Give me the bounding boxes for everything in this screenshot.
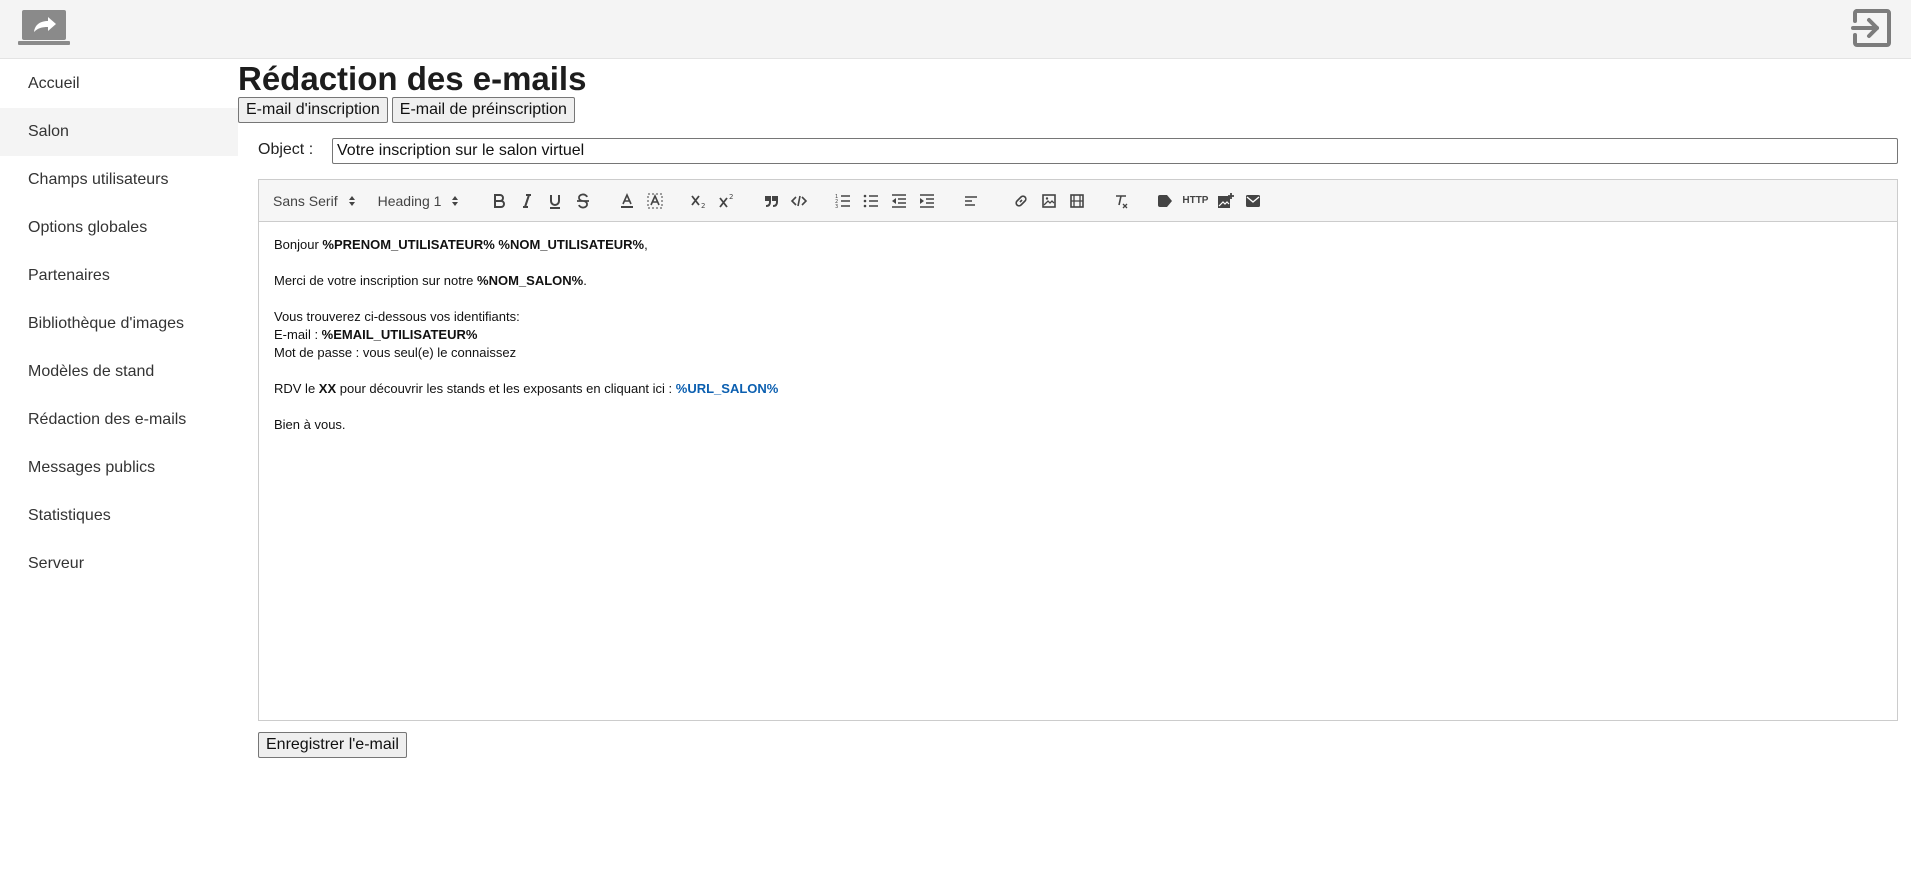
share-laptop-icon[interactable] (18, 10, 70, 46)
sidebar-item-redaction-emails[interactable]: Rédaction des e-mails (0, 396, 238, 444)
image-icon[interactable] (1035, 189, 1063, 213)
body-line-identifiers: Vous trouverez ci-dessous vos identifian… (274, 309, 520, 324)
block-group (757, 189, 813, 213)
sidebar-item-serveur[interactable]: Serveur (0, 540, 238, 588)
add-image-icon[interactable] (1211, 189, 1239, 213)
email-icon[interactable] (1239, 189, 1267, 213)
sidebar-item-options-globales[interactable]: Options globales (0, 204, 238, 252)
clean-group (1107, 189, 1135, 213)
color-group (613, 189, 669, 213)
strikethrough-icon[interactable] (569, 189, 597, 213)
save-row: Enregistrer l'e-mail (258, 732, 407, 758)
updown-arrows-icon (348, 195, 355, 206)
save-email-button[interactable]: Enregistrer l'e-mail (258, 732, 407, 758)
indent-icon[interactable] (913, 189, 941, 213)
url-salon-link[interactable]: %URL_SALON% (676, 381, 779, 396)
svg-text:2: 2 (729, 193, 733, 201)
rich-text-editor: Sans Serif Heading 1 2 2 1 2 3 HTTP Bonj… (258, 179, 1898, 721)
email-type-tabs: E-mail d'inscription E-mail de préinscri… (238, 97, 575, 123)
editor-toolbar: Sans Serif Heading 1 2 2 1 2 3 HTTP (258, 179, 1898, 222)
sidebar: Accueil Salon Champs utilisateurs Option… (0, 60, 238, 588)
body-line-signoff: Bien à vous. (274, 417, 346, 432)
svg-text:2: 2 (701, 202, 705, 210)
script-group: 2 2 (685, 189, 741, 213)
logout-icon[interactable] (1851, 7, 1893, 49)
bullet-list-icon[interactable] (857, 189, 885, 213)
top-bar (0, 0, 1911, 59)
format-group (485, 189, 597, 213)
sidebar-item-champs-utilisateurs[interactable]: Champs utilisateurs (0, 156, 238, 204)
tab-email-preinscription[interactable]: E-mail de préinscription (391, 97, 575, 123)
underline-icon[interactable] (541, 189, 569, 213)
tab-email-inscription[interactable]: E-mail d'inscription (238, 97, 388, 123)
video-icon[interactable] (1063, 189, 1091, 213)
bold-icon[interactable] (485, 189, 513, 213)
custom-group: HTTP (1151, 189, 1267, 213)
sidebar-item-messages-publics[interactable]: Messages publics (0, 444, 238, 492)
blockquote-icon[interactable] (757, 189, 785, 213)
sidebar-item-modeles-stand[interactable]: Modèles de stand (0, 348, 238, 396)
object-input[interactable] (332, 138, 1898, 164)
heading-picker-label: Heading 1 (377, 192, 442, 209)
font-picker[interactable]: Sans Serif (273, 193, 356, 209)
outdent-icon[interactable] (885, 189, 913, 213)
font-picker-label: Sans Serif (273, 192, 338, 209)
heading-picker[interactable]: Heading 1 (378, 193, 460, 209)
body-blank-line (274, 362, 1882, 380)
sidebar-item-salon[interactable]: Salon (0, 108, 238, 156)
http-label: HTTP (1182, 195, 1209, 206)
link-icon[interactable] (1007, 189, 1035, 213)
tag-icon[interactable] (1151, 189, 1179, 213)
body-line-password: Mot de passe : vous seul(e) le connaisse… (274, 345, 517, 360)
code-block-icon[interactable] (785, 189, 813, 213)
object-label: Object : (258, 141, 314, 158)
body-blank-line (274, 398, 1882, 416)
sidebar-item-bibliotheque-images[interactable]: Bibliothèque d'images (0, 300, 238, 348)
http-button[interactable]: HTTP (1179, 189, 1211, 213)
sidebar-item-accueil[interactable]: Accueil (0, 60, 238, 108)
body-line-thanks: Merci de votre inscription sur notre %NO… (274, 273, 587, 288)
sidebar-item-partenaires[interactable]: Partenaires (0, 252, 238, 300)
editor-content[interactable]: Bonjour %PRENOM_UTILISATEUR% %NOM_UTILIS… (258, 222, 1898, 721)
text-color-icon[interactable] (613, 189, 641, 213)
list-group: 123 (829, 189, 941, 213)
body-blank-line (274, 254, 1882, 272)
align-left-icon[interactable] (957, 189, 985, 213)
ordered-list-icon[interactable]: 123 (829, 189, 857, 213)
italic-icon[interactable] (513, 189, 541, 213)
body-blank-line (274, 290, 1882, 308)
superscript-icon[interactable]: 2 (713, 189, 741, 213)
body-line-rdv: RDV le XX pour découvrir les stands et l… (274, 381, 779, 396)
align-group (957, 189, 985, 213)
sidebar-item-statistiques[interactable]: Statistiques (0, 492, 238, 540)
subscript-icon[interactable]: 2 (685, 189, 713, 213)
updown-arrows-icon (452, 195, 459, 206)
media-group (1007, 189, 1091, 213)
page-title: Rédaction des e-mails (238, 60, 587, 97)
object-row: Object : (258, 138, 1898, 164)
clear-format-icon[interactable] (1107, 189, 1135, 213)
background-color-icon[interactable] (641, 189, 669, 213)
svg-text:3: 3 (835, 204, 838, 210)
body-line-greeting: Bonjour %PRENOM_UTILISATEUR% %NOM_UTILIS… (274, 237, 648, 252)
body-line-email: E-mail : %EMAIL_UTILISATEUR% (274, 327, 478, 342)
